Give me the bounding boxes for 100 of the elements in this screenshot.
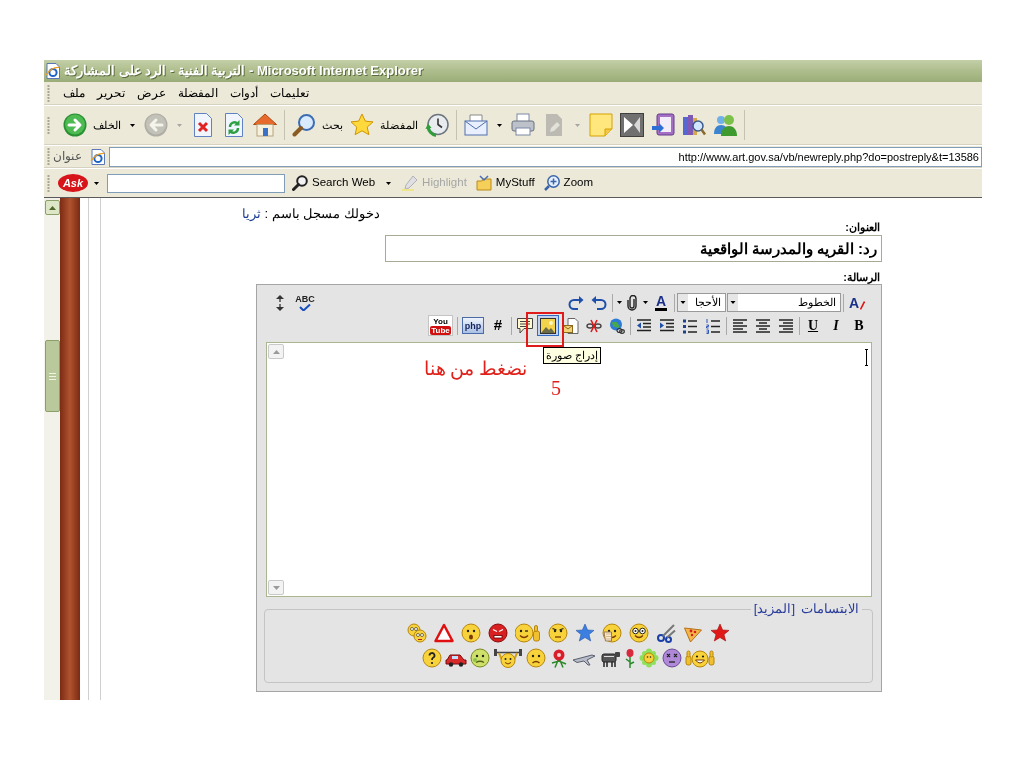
- sticky-note-icon: [589, 113, 613, 137]
- annoyed-face-icon[interactable]: [548, 623, 568, 643]
- people-icon: [713, 113, 737, 137]
- flower-bouquet-icon[interactable]: [549, 648, 569, 668]
- attach-button[interactable]: [624, 292, 640, 313]
- sad-face-icon[interactable]: [526, 648, 546, 668]
- scrollbar[interactable]: [44, 198, 60, 700]
- size-select[interactable]: الأحجا: [677, 293, 726, 312]
- scissors-icon[interactable]: [656, 623, 676, 643]
- folder-icon: [475, 175, 492, 191]
- page-icon: [90, 148, 106, 165]
- bullet-list-icon: [682, 317, 698, 334]
- undo-icon: [591, 294, 607, 311]
- glasses-face-icon[interactable]: [629, 623, 649, 643]
- broken-link-icon: [586, 317, 602, 334]
- star-icon[interactable]: [710, 623, 730, 643]
- align-left-icon: [732, 317, 748, 334]
- app-tile-icon: [620, 113, 644, 137]
- font-color-button[interactable]: A: [650, 292, 672, 313]
- refresh-button[interactable]: [222, 110, 246, 140]
- stop-button[interactable]: [191, 110, 215, 140]
- zoom-in-icon: [543, 175, 560, 191]
- hash-button[interactable]: #: [487, 315, 509, 336]
- underline-button[interactable]: U: [802, 315, 824, 336]
- field-label: العنوان:: [845, 221, 880, 234]
- grip-handle-icon[interactable]: [47, 84, 50, 102]
- app-button[interactable]: [620, 110, 644, 140]
- title-field[interactable]: رد: القريه والمدرسة الواقعية: [385, 235, 882, 262]
- scroll-up-button[interactable]: [268, 344, 284, 359]
- text-cursor-icon: [865, 349, 868, 366]
- search-icon: [292, 113, 316, 137]
- grip-handle-icon[interactable]: [47, 116, 50, 134]
- barbell-face-icon[interactable]: [493, 648, 523, 668]
- zoom-button[interactable]: Zoom: [543, 172, 593, 194]
- envelope-page-icon: [563, 317, 579, 334]
- dizzy-face-icon[interactable]: [662, 648, 682, 668]
- scroll-up-button[interactable]: [44, 200, 60, 215]
- spellcheck-button[interactable]: ABC: [292, 292, 318, 313]
- question-face-icon[interactable]: [422, 648, 442, 668]
- quote-button[interactable]: [514, 315, 536, 336]
- books-magnifier-icon: [682, 113, 706, 137]
- field-label: الرسالة:: [843, 271, 880, 284]
- envelope-icon: [464, 113, 488, 137]
- toolbar-logo[interactable]: Ask: [58, 174, 88, 192]
- italic-button[interactable]: I: [825, 315, 847, 336]
- hand-over-face-icon[interactable]: [602, 623, 622, 643]
- sick-face-icon[interactable]: [470, 648, 490, 668]
- menu-item[interactable]: تعليمات: [270, 85, 309, 101]
- back-button[interactable]: الخلف: [63, 110, 121, 140]
- php-button[interactable]: php: [462, 317, 484, 334]
- forward-arrow-icon: [144, 113, 168, 137]
- star-icon[interactable]: [575, 623, 595, 643]
- annotation-text: نضغط من هنا: [423, 358, 527, 380]
- grip-handle-icon[interactable]: [47, 174, 50, 192]
- username-link[interactable]: ثريا: [241, 206, 261, 221]
- numbered-list-icon: [705, 317, 721, 334]
- caret-icon: [643, 301, 648, 304]
- warning-triangle-icon[interactable]: [434, 623, 454, 643]
- tooltip: إدراج صورة: [543, 347, 602, 364]
- menu-item[interactable]: المفضلة: [178, 85, 218, 101]
- caret-down-icon: [272, 585, 280, 590]
- remove-format-button[interactable]: A: [846, 292, 868, 313]
- resize-arrows-icon: [276, 294, 284, 311]
- caret-up-icon: [48, 205, 56, 210]
- star-icon: [350, 113, 374, 137]
- favorites-button[interactable]: المفضلة: [350, 110, 418, 140]
- stop-page-icon: [191, 113, 215, 137]
- scrollbar-thumb[interactable]: [44, 340, 60, 412]
- thumbs-up-face-icon[interactable]: [515, 623, 541, 643]
- printer-icon: [511, 113, 535, 137]
- notebook-arrow-icon: [651, 113, 675, 137]
- house-icon: [253, 113, 277, 137]
- search-web-button[interactable]: Search Web: [292, 172, 376, 194]
- more-link[interactable]: [المزيد]: [753, 602, 795, 616]
- mystuff-button[interactable]: MyStuff: [475, 172, 535, 194]
- search-icon: [292, 175, 308, 191]
- caret-icon: [386, 181, 392, 185]
- bold-button[interactable]: B: [848, 315, 870, 336]
- scroll-down-button[interactable]: [268, 580, 284, 595]
- video-button[interactable]: You Tube: [428, 315, 453, 336]
- search-button[interactable]: بحث: [292, 110, 343, 140]
- angry-face-icon[interactable]: [488, 623, 508, 643]
- font-select[interactable]: الخطوط: [727, 293, 841, 312]
- confused-faces-icon[interactable]: [407, 623, 427, 643]
- strike-mark-icon: [860, 301, 866, 310]
- menu-item[interactable]: أدوات: [230, 85, 258, 101]
- thumbs-up-grin-icon[interactable]: [685, 648, 715, 668]
- page-icon: [45, 63, 61, 79]
- address-field[interactable]: http://www.art.gov.sa/vb/newreply.php?do=postreply&t=13586: [109, 146, 982, 167]
- surprised-face-icon[interactable]: [461, 623, 481, 643]
- outdent-icon: [636, 317, 652, 334]
- refresh-page-icon: [222, 113, 246, 137]
- menu-item[interactable]: تحرير: [97, 85, 125, 101]
- insert-image-button[interactable]: [537, 315, 559, 336]
- menu-item[interactable]: عرض: [137, 85, 166, 101]
- grip-handle-icon[interactable]: [47, 148, 50, 165]
- search-field[interactable]: [107, 173, 285, 193]
- rose-icon[interactable]: [624, 648, 636, 668]
- caret-icon: [130, 123, 135, 127]
- menu-item[interactable]: ملف: [63, 85, 85, 101]
